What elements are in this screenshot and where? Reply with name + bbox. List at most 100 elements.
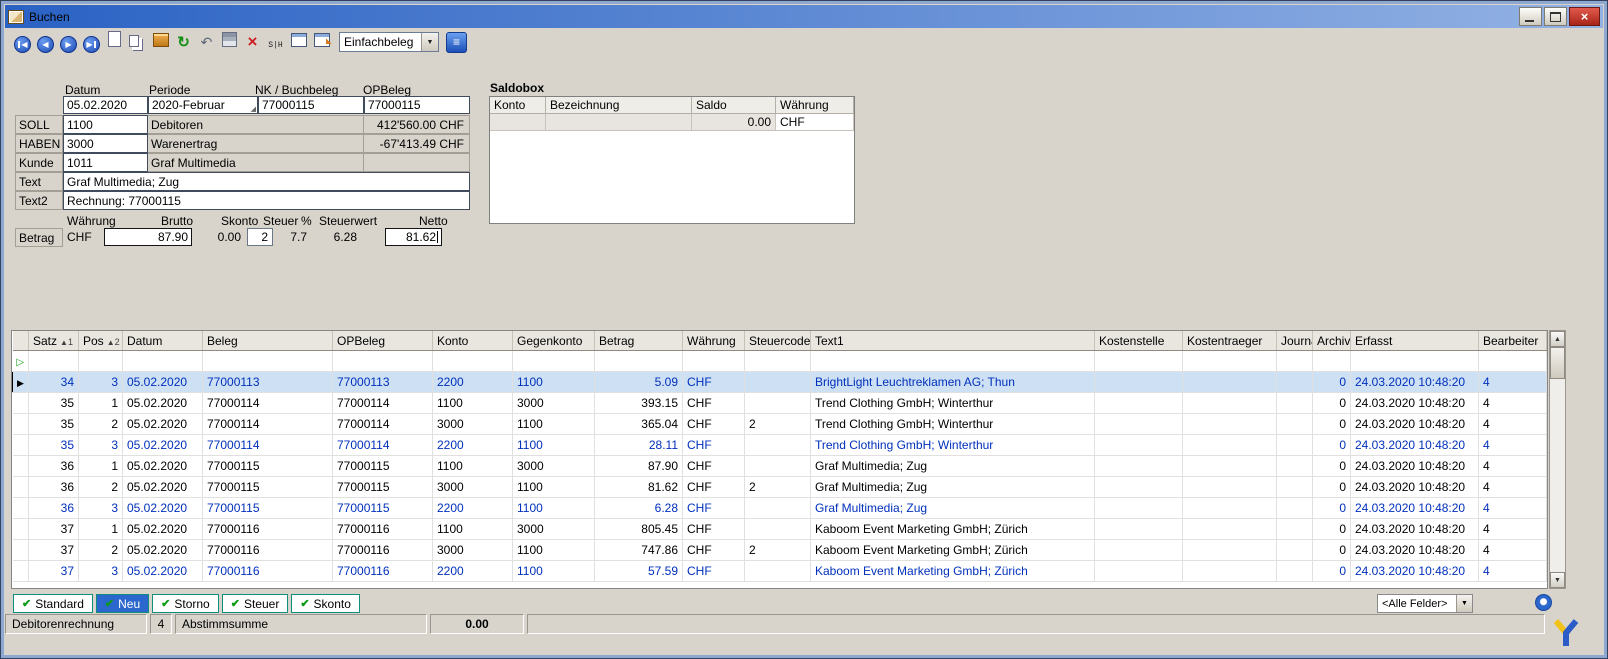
grid-cell[interactable]: 365.04 — [594, 413, 683, 435]
grid-cell[interactable]: CHF — [682, 476, 745, 498]
grid-cell[interactable]: 37 — [28, 539, 79, 561]
last-record-icon[interactable] — [81, 34, 102, 55]
grid-cell[interactable]: 35 — [28, 392, 79, 414]
grid-cell[interactable]: 05.02.2020 — [122, 434, 203, 456]
grid-cell[interactable]: 28.11 — [594, 434, 683, 456]
grid-cell[interactable] — [1094, 560, 1183, 582]
grid-cell[interactable]: 77000116 — [332, 560, 433, 582]
grid-cell[interactable]: 4 — [1478, 539, 1547, 561]
grid-cell[interactable]: CHF — [682, 371, 745, 393]
grid-cell[interactable]: 05.02.2020 — [122, 392, 203, 414]
grid-cell[interactable]: 0 — [1312, 539, 1351, 561]
grid-cell[interactable]: Trend Clothing GmbH; Winterthur — [810, 392, 1095, 414]
grid-cell[interactable]: 35 — [28, 434, 79, 456]
grid-cell[interactable]: 05.02.2020 — [122, 560, 203, 582]
grid-cell[interactable]: 77000113 — [202, 371, 333, 393]
grid-cell[interactable]: 77000115 — [202, 497, 333, 519]
grid-cell[interactable]: Trend Clothing GmbH; Winterthur — [810, 413, 1095, 435]
grid-cell[interactable] — [1276, 434, 1313, 456]
assign-icon[interactable] — [311, 29, 332, 50]
grid-cell[interactable] — [744, 392, 811, 414]
grid-cell[interactable]: 87.90 — [594, 455, 683, 477]
grid-cell[interactable]: 05.02.2020 — [122, 476, 203, 498]
grid-cell[interactable] — [744, 497, 811, 519]
view-button-standard[interactable]: ✔ Standard — [13, 594, 93, 613]
grid-cell[interactable]: CHF — [682, 392, 745, 414]
steuercode-field[interactable]: 2 — [247, 228, 273, 246]
grid-cell[interactable]: 2 — [744, 413, 811, 435]
new-document-icon[interactable] — [104, 28, 125, 49]
grid-cell[interactable] — [1276, 476, 1313, 498]
view-button-skonto[interactable]: ✔ Skonto — [291, 594, 360, 613]
grid-cell[interactable] — [1094, 350, 1183, 372]
text-field[interactable]: Graf Multimedia; Zug — [63, 172, 470, 191]
grid-cell[interactable] — [1094, 476, 1183, 498]
field-filter-select[interactable]: <Alle Felder> ▼ — [1377, 594, 1473, 613]
grid-cell[interactable]: 77000116 — [202, 560, 333, 582]
grid-row[interactable]: 36 1 05.02.2020 77000115 77000115 1100 3000 87.… — [12, 455, 1547, 477]
grid-cell[interactable]: 2 — [78, 413, 123, 435]
grid-cell[interactable] — [1094, 518, 1183, 540]
grid-cell[interactable] — [28, 350, 79, 372]
grid-cell[interactable]: 77000115 — [332, 455, 433, 477]
table-link-icon[interactable] — [446, 31, 467, 53]
grid-cell[interactable] — [432, 350, 513, 372]
grid-cell[interactable]: 05.02.2020 — [122, 413, 203, 435]
grid-cell[interactable] — [744, 371, 811, 393]
grid-cell[interactable]: 6.28 — [594, 497, 683, 519]
grid-cell[interactable]: 77000115 — [202, 455, 333, 477]
grid-cell[interactable] — [744, 560, 811, 582]
grid-cell[interactable]: 4 — [1478, 560, 1547, 582]
grid-column-header[interactable]: Kostenstelle — [1094, 331, 1183, 351]
grid-cell[interactable]: 2200 — [432, 434, 513, 456]
next-record-icon[interactable] — [58, 34, 79, 55]
grid-cell[interactable]: 1100 — [512, 539, 595, 561]
grid-cell[interactable]: 1 — [78, 392, 123, 414]
grid-row[interactable]: 37 1 05.02.2020 77000116 77000116 1100 3000 805… — [12, 518, 1547, 540]
grid-cell[interactable]: 4 — [1478, 413, 1547, 435]
grid-cell[interactable] — [1094, 413, 1183, 435]
save-icon[interactable] — [219, 29, 240, 50]
maximize-button[interactable] — [1544, 7, 1567, 26]
grid-cell[interactable]: 36 — [28, 497, 79, 519]
grid-cell[interactable]: 0 — [1312, 518, 1351, 540]
grid-cell[interactable]: 3000 — [432, 476, 513, 498]
grid-cell[interactable]: 24.03.2020 10:48:20 — [1350, 371, 1479, 393]
grid-cell[interactable]: 05.02.2020 — [122, 455, 203, 477]
grid-column-header[interactable]: Betrag — [594, 331, 683, 351]
grid-column-header[interactable]: Währung — [682, 331, 745, 351]
saldobox-data-row[interactable]: 0.00 CHF — [490, 114, 854, 131]
text2-field[interactable]: Rechnung: 77000115 — [63, 191, 470, 210]
grid-cell[interactable] — [744, 350, 811, 372]
grid-cell[interactable]: 36 — [28, 476, 79, 498]
grid-cell[interactable]: 37 — [28, 560, 79, 582]
grid-row[interactable]: 35 3 05.02.2020 77000114 77000114 2200 1100 28.… — [12, 434, 1547, 456]
grid-cell[interactable]: 2200 — [432, 560, 513, 582]
grid-cell[interactable]: 77000114 — [332, 434, 433, 456]
grid-cell[interactable]: 4 — [1478, 497, 1547, 519]
grid-cell[interactable] — [1094, 455, 1183, 477]
properties-icon[interactable] — [288, 29, 309, 50]
grid-column-header[interactable]: Archiv — [1312, 331, 1351, 351]
opbeleg-field[interactable]: 77000115 — [364, 96, 470, 114]
view-button-storno[interactable]: ✔ Storno — [152, 594, 219, 613]
grid-row[interactable]: 36 3 05.02.2020 77000115 77000115 2200 1100 6.2… — [12, 497, 1547, 519]
grid-cell[interactable]: 3 — [78, 497, 123, 519]
grid-cell[interactable]: 77000116 — [332, 518, 433, 540]
grid-cell[interactable]: Graf Multimedia; Zug — [810, 497, 1095, 519]
grid-cell[interactable]: 05.02.2020 — [122, 518, 203, 540]
grid-cell[interactable]: 5.09 — [594, 371, 683, 393]
grid-cell[interactable]: 24.03.2020 10:48:20 — [1350, 560, 1479, 582]
scroll-down-icon[interactable]: ▼ — [1550, 572, 1565, 588]
doc-type-dropdown-icon[interactable]: ▼ — [421, 33, 438, 51]
grid-cell[interactable]: 0 — [1312, 560, 1351, 582]
grid-cell[interactable]: 4 — [1478, 476, 1547, 498]
view-button-neu[interactable]: ✔ Neu — [95, 594, 150, 613]
grid-cell[interactable]: 3000 — [432, 413, 513, 435]
grid-cell[interactable] — [1182, 371, 1277, 393]
grid-column-header[interactable]: Bearbeiter — [1478, 331, 1547, 351]
konto-field[interactable]: 1011 — [63, 153, 148, 172]
grid-cell[interactable] — [1094, 392, 1183, 414]
close-button[interactable]: × — [1569, 7, 1600, 26]
grid-column-header[interactable]: Kostentraeger — [1182, 331, 1277, 351]
